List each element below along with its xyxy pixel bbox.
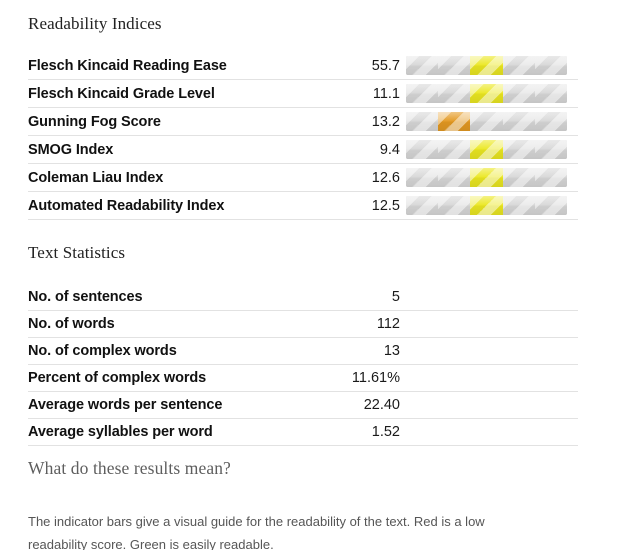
table-row: Coleman Liau Index 12.6	[28, 163, 578, 192]
row-value: 13	[302, 337, 400, 365]
row-indicator	[406, 135, 578, 164]
row-value: 12.6	[302, 163, 400, 192]
indicator-segment	[406, 168, 439, 187]
explanation-heading: What do these results mean?	[28, 458, 231, 478]
table-row: Average words per sentence 22.40	[28, 391, 578, 419]
indicator-segment-active	[470, 84, 503, 103]
row-spacer	[406, 310, 578, 338]
row-spacer	[406, 284, 578, 311]
table-row: No. of sentences 5	[28, 284, 578, 311]
row-value: 112	[302, 310, 400, 338]
indicator-segment	[438, 56, 471, 75]
indicator-segment	[534, 196, 567, 215]
indicator-segment	[406, 196, 439, 215]
row-spacer	[406, 337, 578, 365]
indicator-segment	[502, 56, 535, 75]
table-row: Automated Readability Index 12.5	[28, 191, 578, 220]
row-indicator	[406, 52, 578, 80]
indicator-segment-active	[470, 56, 503, 75]
readability-indices-heading: Readability Indices	[28, 14, 162, 33]
row-spacer	[406, 418, 578, 446]
indicator-segment	[534, 112, 567, 131]
row-value: 55.7	[302, 52, 400, 80]
explanation-paragraph: The indicator bars give a visual guide f…	[28, 514, 485, 550]
indicator-segment	[438, 196, 471, 215]
text-statistics-table: No. of sentences 5 No. of words 112 No. of c…	[28, 284, 578, 446]
indicator-segment	[502, 112, 535, 131]
table-row: No. of complex words 13	[28, 337, 578, 365]
table-row: Average syllables per word 1.52	[28, 418, 578, 446]
indicator-segment	[534, 56, 567, 75]
row-value: 12.5	[302, 191, 400, 220]
indicator-segment	[406, 140, 439, 159]
row-value: 13.2	[302, 107, 400, 136]
table-row: Flesch Kincaid Reading Ease 55.7	[28, 52, 578, 80]
row-value: 22.40	[302, 391, 400, 419]
row-label: Flesch Kincaid Reading Ease	[28, 52, 296, 80]
row-indicator	[406, 79, 578, 108]
indicator-segment	[438, 84, 471, 103]
row-value: 1.52	[302, 418, 400, 446]
readability-indicator-bar	[406, 56, 567, 75]
indicator-segment	[470, 112, 503, 131]
row-label: Automated Readability Index	[28, 191, 296, 220]
readability-report-page: Readability Indices Flesch Kincaid Readi…	[0, 0, 624, 550]
indicator-segment	[502, 140, 535, 159]
indicator-segment	[534, 168, 567, 187]
table-row: Gunning Fog Score 13.2	[28, 107, 578, 136]
indicator-segment-active	[470, 196, 503, 215]
indicator-segment	[406, 112, 439, 131]
readability-indicator-bar	[406, 196, 567, 215]
row-value: 5	[302, 284, 400, 311]
row-value: 11.1	[302, 79, 400, 108]
row-label: No. of words	[28, 310, 296, 338]
row-label: Percent of complex words	[28, 364, 296, 392]
row-spacer	[406, 391, 578, 419]
indicator-segment	[406, 84, 439, 103]
row-spacer	[406, 364, 578, 392]
indicator-segment	[438, 140, 471, 159]
row-indicator	[406, 163, 578, 192]
row-label: No. of sentences	[28, 284, 296, 311]
row-label: No. of complex words	[28, 337, 296, 365]
readability-indices-table: Flesch Kincaid Reading Ease 55.7 Flesch Ki…	[28, 52, 578, 220]
indicator-segment	[534, 84, 567, 103]
indicator-segment	[406, 56, 439, 75]
readability-indicator-bar	[406, 112, 567, 131]
row-label: Gunning Fog Score	[28, 107, 296, 136]
indicator-segment-active	[438, 112, 471, 131]
row-value: 11.61%	[302, 364, 400, 392]
readability-indices-body: Flesch Kincaid Reading Ease 55.7 Flesch Ki…	[28, 52, 578, 220]
indicator-segment	[502, 168, 535, 187]
readability-indicator-bar	[406, 168, 567, 187]
readability-indicator-bar	[406, 140, 567, 159]
table-row: Percent of complex words 11.61%	[28, 364, 578, 392]
table-row: No. of words 112	[28, 310, 578, 338]
indicator-segment	[438, 168, 471, 187]
row-indicator	[406, 107, 578, 136]
row-indicator	[406, 191, 578, 220]
text-statistics-heading: Text Statistics	[28, 243, 126, 262]
indicator-segment	[502, 84, 535, 103]
indicator-segment-active	[470, 140, 503, 159]
row-label: SMOG Index	[28, 135, 296, 164]
table-row: Flesch Kincaid Grade Level 11.1	[28, 79, 578, 108]
indicator-segment	[502, 196, 535, 215]
row-label: Flesch Kincaid Grade Level	[28, 79, 296, 108]
indicator-segment-active	[470, 168, 503, 187]
row-value: 9.4	[302, 135, 400, 164]
table-row: SMOG Index 9.4	[28, 135, 578, 164]
row-label: Average words per sentence	[28, 391, 296, 419]
row-label: Coleman Liau Index	[28, 163, 296, 192]
readability-indicator-bar	[406, 84, 567, 103]
row-label: Average syllables per word	[28, 418, 296, 446]
text-statistics-body: No. of sentences 5 No. of words 112 No. of c…	[28, 284, 578, 446]
indicator-segment	[534, 140, 567, 159]
